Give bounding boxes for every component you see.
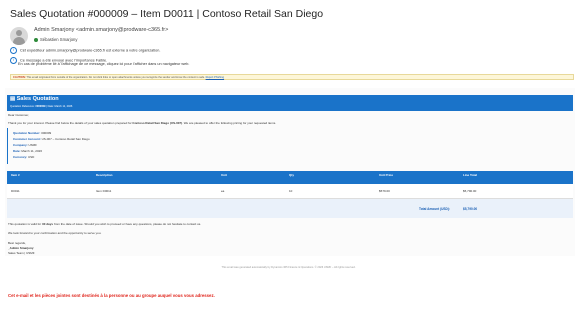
external-sender-notice: i Cét expéditeur admin.smarjony@prodware-… — [10, 47, 160, 54]
greeting: Dear Customer, — [8, 113, 30, 117]
cell-line-total: $5,790.00 — [463, 189, 477, 193]
email-footer: This email was generated automatically b… — [221, 266, 356, 269]
intro-text: Thank you for your interest. Please find… — [8, 121, 277, 125]
col-item: Item # — [11, 173, 20, 177]
detail-company: Company: USMF — [13, 143, 38, 147]
signer-name: _Admin Smarjony — [8, 246, 34, 250]
detail-currency: Currency: USD — [13, 155, 35, 159]
caution-banner: CAUTION: This email originated from outs… — [10, 74, 574, 80]
detail-date: Date: March 11, 2026 — [13, 149, 42, 153]
total-row — [7, 199, 573, 218]
browser-view-link[interactable]: En cas de problème lié à l’affichage de … — [18, 62, 189, 66]
caution-label: CAUTION: — [13, 76, 26, 79]
cell-qty: 10 — [289, 189, 293, 193]
col-description: Description — [96, 173, 113, 177]
col-unit-price: Unit Price — [379, 173, 394, 177]
recipient-line[interactable]: Sébastien Smarjony — [34, 37, 77, 42]
quotation-reference: Quotation Reference: #000009 | Date: Mar… — [10, 105, 73, 108]
validity-text: This quotation is valid for 30 days from… — [8, 222, 202, 226]
cell-unit-price: $579.00 — [379, 189, 390, 193]
detail-quotation-number: Quotation Number: 000009 — [13, 131, 52, 135]
signer-team: Sales Team | USMF — [8, 251, 35, 255]
legal-disclaimer: Cet e-mail et les pièces jointes sont de… — [8, 293, 215, 298]
col-line-total: Line Total — [463, 173, 477, 177]
detail-customer-account: Customer Account: US-007 – Contoso Retai… — [13, 137, 90, 141]
recipient-name: Sébastien Smarjony — [40, 37, 78, 42]
email-subject: Sales Quotation #000009 – Item D0011 | C… — [10, 8, 324, 20]
info-icon: i — [10, 47, 17, 54]
sender-name[interactable]: Admin Smarjony <admin.smarjony@prodware-… — [34, 27, 168, 33]
report-phishing-link[interactable]: Report Phishing — [206, 76, 224, 79]
col-unit: Unit — [221, 173, 227, 177]
quotation-header — [7, 95, 573, 111]
cell-item: D0011 — [11, 189, 20, 193]
presence-icon — [34, 37, 38, 42]
col-qty: Qty — [289, 173, 295, 177]
regards-text: Best regards, — [8, 241, 26, 245]
avatar[interactable] — [10, 27, 28, 45]
cell-description: Item D0011 — [96, 189, 112, 193]
total-label: Total Amount (USD): — [419, 207, 450, 211]
caution-text: This email originated from outside of th… — [25, 76, 205, 79]
total-value: $5,790.00 — [463, 207, 478, 211]
info-icon: i — [10, 57, 17, 64]
closing-text: We look forward to your confirmation and… — [8, 231, 102, 235]
quotation-title: ▤ Sales Quotation — [10, 96, 59, 102]
cell-unit: ea — [221, 189, 225, 193]
